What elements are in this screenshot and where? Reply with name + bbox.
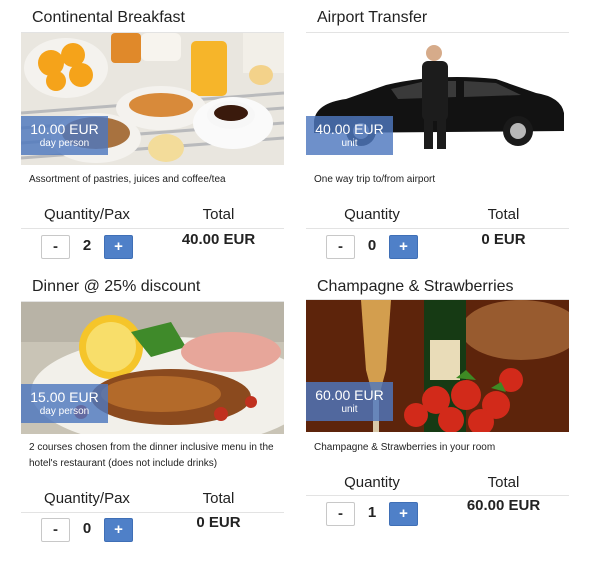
price-amount: 15.00 EUR xyxy=(30,389,99,405)
card-title: Continental Breakfast xyxy=(32,9,185,26)
quantity-label: Quantity xyxy=(344,206,400,223)
item-description: 2 courses chosen from the dinner inclusi… xyxy=(29,442,274,469)
price-amount: 40.00 EUR xyxy=(315,121,384,137)
quantity-label: Quantity/Pax xyxy=(44,490,130,507)
price-unit: unit xyxy=(341,404,358,415)
decrease-button[interactable]: - xyxy=(326,235,355,259)
card-title: Dinner @ 25% discount xyxy=(32,278,201,295)
total-value: 0 EUR xyxy=(196,514,241,531)
increase-button[interactable]: + xyxy=(389,502,418,526)
price-unit: day person xyxy=(39,406,90,417)
increase-button[interactable]: + xyxy=(104,235,133,259)
item-description: Assortment of pastries, juices and coffe… xyxy=(29,174,226,185)
total-value: 60.00 EUR xyxy=(466,497,541,514)
price-badge: 60.00 EUR unit xyxy=(306,382,393,421)
increase-button[interactable]: + xyxy=(389,235,418,259)
price-amount: 10.00 EUR xyxy=(30,121,99,137)
quantity-value: 0 xyxy=(82,520,92,537)
item-description: One way trip to/from airport xyxy=(314,174,436,185)
price-unit: day person xyxy=(39,138,90,149)
decrease-button[interactable]: - xyxy=(41,235,70,259)
divider xyxy=(306,495,569,496)
quantity-value: 2 xyxy=(82,237,92,254)
quantity-value: 0 xyxy=(367,237,377,254)
divider xyxy=(21,512,284,513)
price-badge: 15.00 EUR day person xyxy=(21,384,108,423)
card-title: Airport Transfer xyxy=(317,9,428,26)
total-value: 40.00 EUR xyxy=(181,231,256,248)
increase-button[interactable]: + xyxy=(104,518,133,542)
decrease-button[interactable]: - xyxy=(41,518,70,542)
total-label: Total xyxy=(202,206,235,223)
price-badge: 10.00 EUR day person xyxy=(21,116,108,155)
total-label: Total xyxy=(202,490,235,507)
total-label: Total xyxy=(487,474,520,491)
price-unit: unit xyxy=(341,138,358,149)
quantity-label: Quantity xyxy=(344,474,400,491)
price-amount: 60.00 EUR xyxy=(315,387,384,403)
price-badge: 40.00 EUR unit xyxy=(306,116,393,155)
item-description: Champagne & Strawberries in your room xyxy=(314,442,496,453)
total-label: Total xyxy=(487,206,520,223)
card-title: Champagne & Strawberries xyxy=(317,278,514,295)
divider xyxy=(21,228,284,229)
total-value: 0 EUR xyxy=(481,231,526,248)
quantity-label: Quantity/Pax xyxy=(44,206,130,223)
divider xyxy=(306,228,569,229)
decrease-button[interactable]: - xyxy=(326,502,355,526)
quantity-value: 1 xyxy=(367,504,377,521)
